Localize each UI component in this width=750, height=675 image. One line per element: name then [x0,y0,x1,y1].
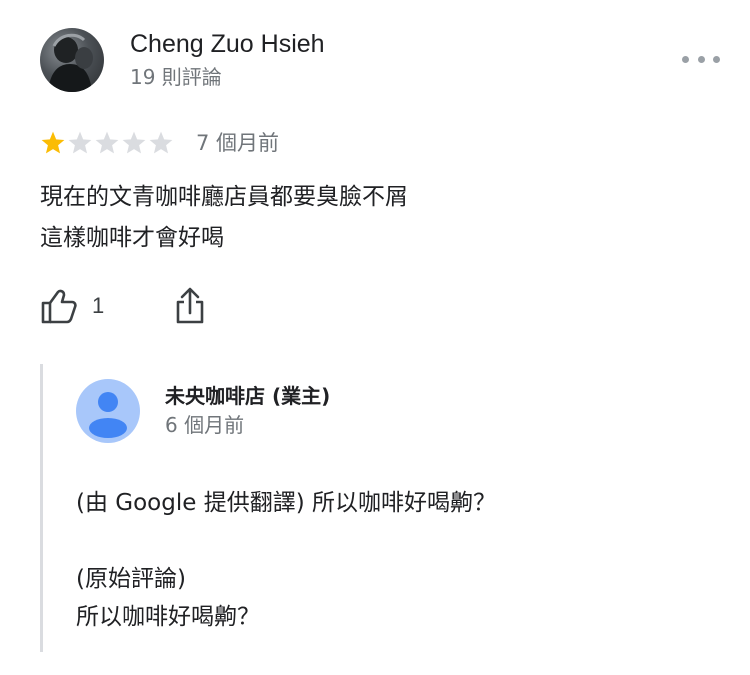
review-date: 7 個月前 [196,131,280,155]
star-icon [149,131,173,154]
owner-name: 未央咖啡店 (業主) [165,384,331,408]
owner-reply-original: 所以咖啡好喝齁？ [76,604,260,630]
share-icon [176,287,204,324]
review-text: 現在的文青咖啡廳店員都要臭臉不屑 這樣咖啡才會好喝 [40,177,408,259]
more-options-icon [713,55,720,63]
star-icon [68,131,92,154]
more-options-button[interactable] [682,48,720,70]
like-button[interactable]: 1 [40,286,104,326]
star-rating [40,130,174,156]
owner-reply-translated: (由 Google 提供翻譯) 所以咖啡好喝齁？ [76,490,496,516]
more-options-icon [697,55,705,63]
star-icon [122,131,146,154]
owner-avatar [76,379,140,443]
like-count: 1 [92,293,105,318]
owner-reply-text: (由 Google 提供翻譯) 所以咖啡好喝齁？ (原始評論) 所以咖啡好喝齁？ [76,484,496,636]
reviewer-name[interactable]: Cheng Zuo Hsieh [130,28,325,60]
more-options-icon [682,55,689,63]
owner-avatar-icon [89,392,127,438]
share-button[interactable] [172,287,208,325]
review-text-line: 這樣咖啡才會好喝 [40,225,224,251]
review-count: 19 則評論 [130,65,222,89]
owner-reply-divider [40,364,43,652]
owner-reply-date: 6 個月前 [165,413,245,437]
star-icon [95,131,119,154]
owner-reply-original-label: (原始評論) [76,566,186,592]
star-icon [41,131,65,154]
thumbs-up-icon [41,289,77,324]
owner-reply-spacer [76,522,496,560]
review-text-line: 現在的文青咖啡廳店員都要臭臉不屑 [40,184,408,210]
reviewer-photo [48,33,93,92]
reviewer-avatar[interactable] [40,28,104,92]
